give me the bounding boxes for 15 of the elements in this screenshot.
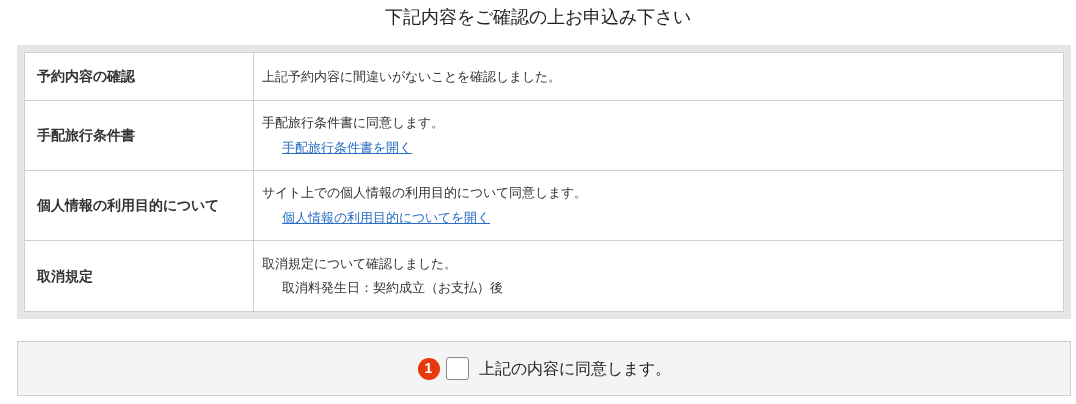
- open-link[interactable]: 個人情報の利用目的についてを開く: [282, 210, 490, 225]
- row-text: 取消規定について確認しました。: [262, 255, 458, 273]
- row-label: 個人情報の利用目的について: [37, 196, 219, 215]
- row-text: 手配旅行条件書に同意します。: [262, 114, 445, 132]
- row-note: 取消料発生日：契約成立（お支払）後: [281, 279, 504, 297]
- row-label: 取消規定: [37, 266, 93, 286]
- open-link[interactable]: 手配旅行条件書を開く: [282, 140, 412, 155]
- row-label: 手配旅行条件書: [37, 126, 135, 145]
- page-heading: 下記内容をご確認の上お申込み下さい: [385, 5, 691, 29]
- row-text: サイト上での個人情報の利用目的について同意します。: [262, 184, 588, 202]
- row-label: 予約内容の確認: [37, 67, 135, 86]
- agree-checkbox[interactable]: [445, 357, 469, 380]
- agree-label: 上記の内容に同意します。: [478, 358, 671, 379]
- row-text: 上記予約内容に間違いがないことを確認しました。: [262, 67, 562, 86]
- step-badge: 1: [417, 357, 440, 380]
